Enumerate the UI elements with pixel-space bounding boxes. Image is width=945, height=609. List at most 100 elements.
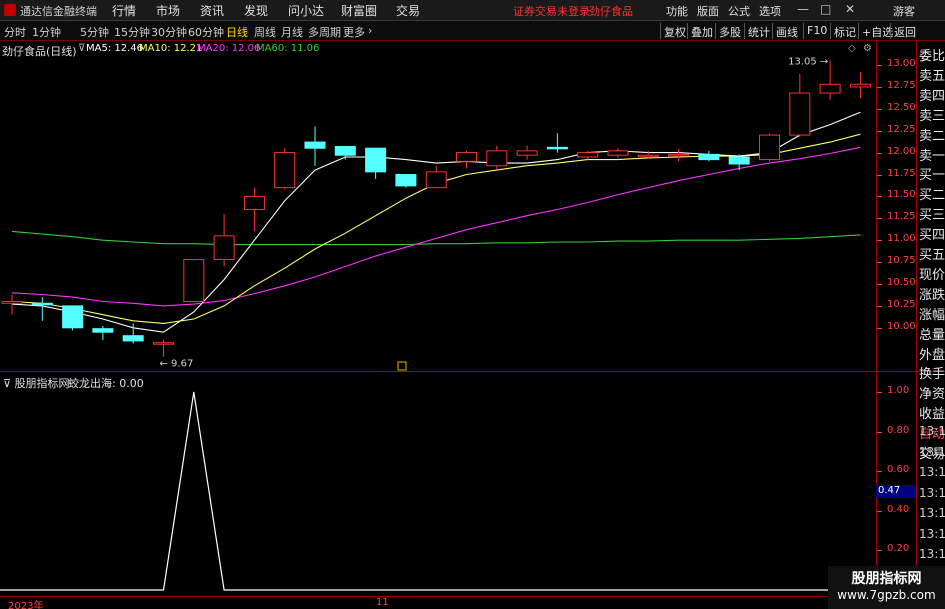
trade-time: 13:15	[919, 506, 945, 520]
stock-title: 劲仔食品(日线)	[2, 45, 77, 58]
ma10-label: MA10: 12.21	[139, 43, 203, 54]
indicator-axis-tick	[877, 471, 882, 472]
quote-field-label: 收益	[919, 407, 945, 423]
price-axis-tick	[877, 327, 882, 329]
price-axis-label: 12.75	[887, 79, 916, 91]
indicator-signal-line	[0, 391, 876, 591]
price-axis-tick	[877, 108, 882, 110]
indicator-current-value: 0.47	[876, 485, 916, 498]
indicator-value: 蛟龙出海: 0.00	[68, 377, 144, 390]
candle-body	[304, 141, 326, 149]
price-axis-label: 11.50	[887, 189, 916, 201]
indicator-axis-label: 0.60	[887, 464, 910, 475]
quote-field-label: 外盘	[919, 347, 945, 363]
candle-body	[637, 154, 659, 158]
price-axis-label: 10.25	[887, 298, 916, 310]
indicator-axis-tick	[877, 392, 882, 393]
candle-body	[274, 152, 296, 189]
right-panel-divider	[916, 41, 917, 596]
candle-body	[1, 301, 23, 304]
trade-time: 13:15	[919, 526, 945, 541]
price-axis-tick	[877, 218, 882, 220]
quote-field-label: 卖四	[919, 88, 945, 104]
price-axis-tick	[877, 65, 882, 66]
price-axis-label: 10.00	[887, 320, 916, 332]
quote-field-label: 卖二	[919, 128, 945, 144]
watermark-url: www.7gpzb.com	[837, 588, 936, 602]
indicator-axis-tick	[877, 510, 882, 512]
price-axis-tick	[877, 305, 882, 307]
price-axis-tick	[877, 86, 882, 88]
x-label-year: 2023年	[8, 601, 44, 609]
candle-body	[425, 171, 447, 189]
trade-time: 13:14	[919, 424, 945, 438]
indicator-axis-label: 0.80	[887, 424, 910, 436]
quote-field-label: 净资	[919, 387, 945, 403]
quote-field-label: 现价	[919, 267, 945, 283]
trade-time: 13:14	[919, 444, 945, 459]
price-axis-divider	[876, 41, 877, 596]
x-label-month: 11	[376, 597, 389, 608]
price-axis-label: 11.75	[887, 167, 916, 179]
price-axis-label: 12.25	[887, 123, 916, 135]
ma60-label: MA60: 11.06	[256, 43, 320, 54]
quote-field-label: 买一	[919, 168, 945, 184]
candle-body	[789, 92, 811, 136]
indicator-axis-label: 1.00	[887, 385, 910, 396]
indicator-axis-label: 0.40	[887, 503, 910, 515]
quote-field-label: 买二	[919, 188, 945, 204]
quote-field-label: 买三	[919, 208, 945, 224]
quote-field-label: 卖五	[919, 68, 945, 84]
settings-icon[interactable]: ⚙	[863, 43, 872, 54]
price-axis-label: 10.75	[887, 255, 916, 267]
trade-time: 13:14	[919, 465, 945, 479]
candle-body	[213, 235, 235, 260]
watermark: 股朋指标网 www.7gpzb.com	[828, 566, 945, 609]
quote-field-label: 总量	[919, 327, 945, 343]
diamond-icon[interactable]: ◇	[848, 43, 856, 54]
candle-body	[819, 83, 841, 94]
candle-body	[759, 134, 780, 161]
candle-body	[486, 150, 508, 167]
x-axis	[0, 596, 876, 609]
price-axis-tick	[877, 284, 882, 285]
ma5-line	[11, 111, 861, 333]
candle-body	[62, 305, 84, 329]
candle-body	[668, 153, 690, 157]
price-axis-tick	[877, 196, 882, 198]
price-axis-label: 11.00	[887, 233, 916, 245]
ma-icon: ⊽	[78, 43, 86, 54]
quote-field-label: 买五	[919, 248, 945, 263]
price-axis-tick	[877, 262, 882, 264]
candle-body	[243, 195, 265, 211]
candle-body	[456, 152, 477, 162]
price-axis-label: 12.50	[887, 101, 916, 113]
candle-body	[577, 152, 599, 158]
candle-body	[334, 145, 356, 156]
candle-body	[31, 302, 53, 306]
low-annotation: ← 9.67	[160, 359, 194, 370]
ma5-label: MA5: 12.46	[86, 43, 144, 54]
event-marker-icon	[397, 361, 407, 371]
quote-field-label: 涨幅	[919, 307, 945, 323]
candle-body	[122, 335, 144, 342]
trade-time: 13:15	[919, 547, 945, 561]
indicator-axis-tick	[877, 550, 882, 551]
quote-field-label: 委比	[919, 49, 945, 64]
price-axis-label: 11.25	[887, 211, 916, 223]
indicator-axis-label: 0.20	[887, 543, 910, 554]
ma20-label: MA20: 12.06	[197, 43, 261, 54]
watermark-title: 股朋指标网	[851, 571, 922, 587]
price-axis-tick	[877, 174, 882, 176]
candle-body	[516, 150, 538, 156]
candle-body	[365, 147, 387, 173]
price-axis-label: 13.00	[887, 58, 916, 69]
candle-body	[92, 328, 114, 333]
price-axis-tick	[877, 240, 882, 242]
trade-time: 13:15	[919, 485, 945, 500]
candle-body	[153, 342, 174, 345]
quote-field-label: 卖三	[919, 108, 945, 124]
price-axis-label: 10.50	[887, 277, 916, 288]
candle-body	[395, 174, 417, 187]
kline-chart[interactable]: 13.05 → ← 9.67	[0, 0, 945, 609]
